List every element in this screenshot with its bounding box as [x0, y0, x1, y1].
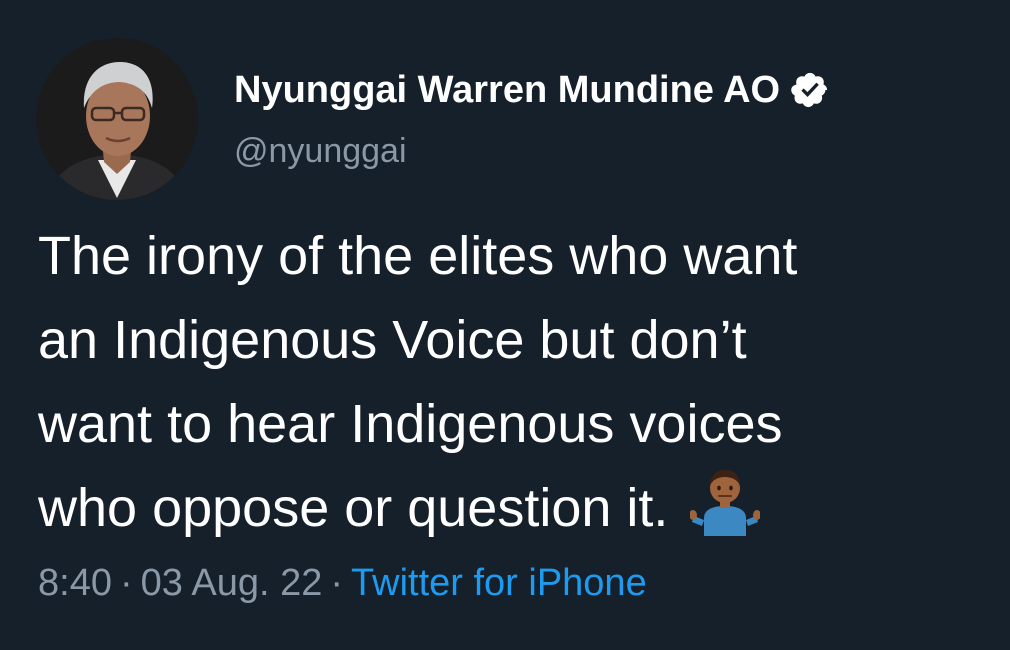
verified-badge-icon [791, 72, 828, 108]
man-shrugging-icon [690, 470, 761, 536]
tweet-date[interactable]: 03 Aug. 22 [141, 562, 323, 604]
avatar[interactable] [36, 38, 198, 200]
tweet-meta: 8:40 · 03 Aug. 22 · Twitter for iPhone [38, 562, 647, 605]
tweet-text-line: who oppose or question it. [38, 478, 669, 538]
author-display-name[interactable]: Nyunggai Warren Mundine AO [234, 69, 780, 112]
tweet-time[interactable]: 8:40 [38, 562, 112, 604]
tweet-text-last-line: who oppose or question it. [38, 466, 998, 550]
tweet-text-line: an Indigenous Voice but don’t [38, 310, 747, 370]
meta-separator: · [330, 562, 344, 604]
tweet-text-line: want to hear Indigenous voices [38, 394, 783, 454]
profile-photo-icon [36, 38, 198, 200]
tweet-text-line: The irony of the elites who want [38, 226, 798, 286]
author-name-row: Nyunggai Warren Mundine AO [234, 64, 830, 116]
tweet-text: The irony of the elites who want an Indi… [38, 214, 998, 550]
author-handle[interactable]: @nyunggai [234, 132, 407, 171]
tweet-source-link[interactable]: Twitter for iPhone [351, 562, 647, 604]
tweet-card: Nyunggai Warren Mundine AO @nyunggai The… [0, 0, 1010, 650]
meta-separator: · [119, 562, 133, 604]
